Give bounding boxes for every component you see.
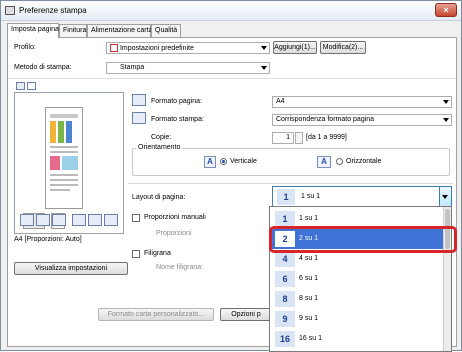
profile-icon — [110, 44, 118, 52]
copies-label: Copie: — [151, 134, 172, 141]
landscape-label: Orizzontale — [346, 158, 382, 165]
output-size-icon — [132, 112, 146, 124]
edit-profile-button[interactable]: Modifica(2)... — [320, 41, 366, 54]
watermark-checkbox[interactable] — [132, 250, 140, 258]
preview-alt-icon[interactable] — [27, 82, 36, 90]
chevron-down-icon — [261, 66, 267, 70]
profile-value: Impostazioni predefinite — [119, 44, 194, 52]
profile-select[interactable]: Impostazioni predefinite — [106, 42, 270, 54]
landscape-icon: A — [317, 156, 331, 168]
chevron-down-icon — [442, 195, 448, 199]
portrait-radio[interactable] — [220, 158, 227, 165]
window-title: Preferenze stampa — [19, 6, 87, 15]
chevron-down-icon — [443, 118, 449, 122]
layout-option-num: 1 — [275, 211, 295, 227]
chevron-down-icon — [261, 46, 267, 50]
portrait-icon: A — [204, 156, 216, 168]
custom-paper-size-button[interactable]: Formato carta personalizzato... — [98, 308, 214, 321]
tab-quality[interactable]: Qualità — [151, 24, 181, 37]
layout-option[interactable]: 6 6 su 1 — [270, 269, 445, 289]
staple-icon — [72, 214, 86, 226]
layout-value-num: 1 — [277, 189, 295, 205]
layout-option-label: 8 su 1 — [299, 295, 319, 302]
output-size-label: Formato stampa: — [151, 116, 204, 123]
print-preview — [14, 92, 124, 234]
page-size-select[interactable]: A4 — [272, 96, 452, 108]
view-settings-button[interactable]: Visualizza impostazioni — [14, 262, 128, 275]
layout-option-label: 6 su 1 — [299, 275, 319, 282]
tab-page-setup[interactable]: Imposta pagina — [7, 23, 59, 38]
output-size-value: Corrispondenza formato pagina — [276, 116, 375, 123]
watermark-name-label: Nome filigrana: — [156, 264, 204, 271]
layout-dropdown-button[interactable] — [439, 187, 451, 207]
finishing-icon — [36, 214, 50, 226]
layout-option-label: 1 su 1 — [299, 215, 319, 222]
layout-option-label: 9 su 1 — [299, 315, 319, 322]
layout-option-label: 4 su 1 — [299, 255, 319, 262]
preview-toggle-icon[interactable] — [16, 82, 25, 90]
layout-value-text: 1 su 1 — [301, 193, 321, 200]
layout-option-num: 6 — [275, 271, 295, 287]
chevron-down-icon — [443, 100, 449, 104]
layout-option-num: 9 — [275, 311, 295, 327]
profile-label: Profilo: — [14, 44, 36, 51]
collate-icon — [104, 214, 118, 226]
print-method-value: Stampa — [120, 64, 145, 71]
title-bar: Preferenze stampa × — [1, 1, 461, 21]
tab-finishing[interactable]: Finitura — [59, 24, 87, 37]
layout-icon — [20, 214, 34, 226]
page-size-icon — [132, 94, 146, 106]
layout-option[interactable]: 9 9 su 1 — [270, 309, 445, 329]
layout-option-num: 4 — [275, 251, 295, 267]
orientation-label: Orientamento — [136, 144, 183, 151]
output-size-select[interactable]: Corrispondenza formato pagina — [272, 114, 452, 126]
page-size-label: Formato pagina: — [151, 98, 202, 105]
page-layout-select[interactable]: 1 1 su 1 — [272, 186, 452, 208]
preview-page — [45, 107, 83, 209]
layout-option-label: 16 su 1 — [299, 335, 322, 342]
preview-caption: A4 [Proporzioni: Auto] — [14, 236, 82, 243]
printer-preferences-window: Preferenze stampa × Imposta pagina Finit… — [0, 0, 462, 352]
page-layout-label: Layout di pagina: — [132, 194, 186, 201]
layout-option[interactable]: 16 16 su 1 — [270, 329, 445, 349]
scaling-label: Proporzioni — [156, 230, 192, 237]
booklet-icon — [88, 214, 102, 226]
orientation-group — [132, 148, 450, 176]
tab-paper-source[interactable]: Alimentazione carta — [87, 24, 152, 37]
print-method-label: Metodo di stampa: — [14, 64, 72, 71]
manual-scaling-checkbox[interactable] — [132, 214, 140, 222]
copies-input[interactable]: 1 — [272, 132, 294, 144]
layout-option-num: 16 — [275, 331, 295, 347]
portrait-label: Verticale — [230, 158, 257, 165]
page-size-value: A4 — [276, 98, 285, 105]
copies-range: [da 1 a 9999] — [306, 134, 347, 141]
layout-option-num: 8 — [275, 291, 295, 307]
page-options-button[interactable]: Opzioni p — [220, 308, 272, 321]
printer-icon — [5, 6, 15, 15]
divider — [8, 78, 456, 79]
watermark-label: Filigrana — [144, 250, 171, 257]
print-method-select[interactable]: Stampa — [106, 62, 270, 74]
manual-scaling-label: Proporzioni manuali — [144, 214, 206, 221]
add-profile-button[interactable]: Aggiungi(1)... — [273, 41, 317, 54]
highlight-annotation — [269, 226, 457, 253]
duplex-icon — [52, 214, 66, 226]
landscape-radio[interactable] — [336, 158, 343, 165]
divider — [128, 183, 453, 184]
layout-option[interactable]: 8 8 su 1 — [270, 289, 445, 309]
copies-spinner[interactable] — [295, 132, 303, 144]
close-button[interactable]: × — [435, 3, 457, 17]
